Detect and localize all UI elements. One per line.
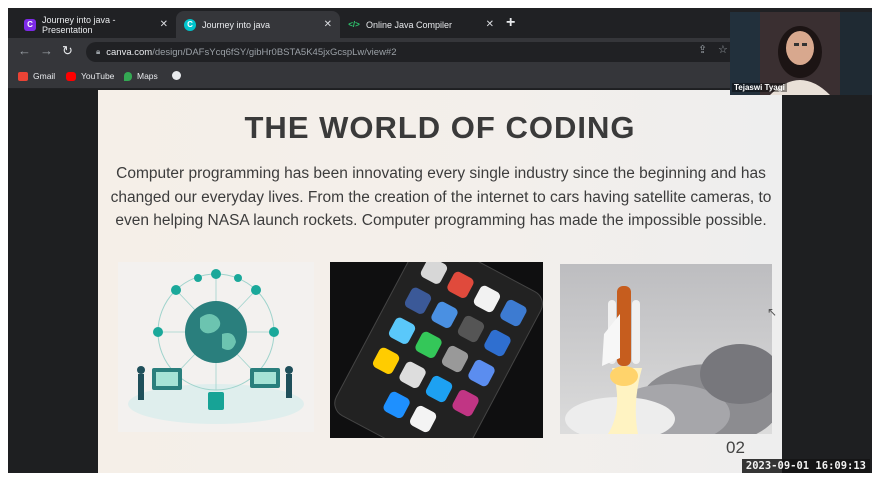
bookmark-youtube[interactable]: YouTube bbox=[66, 71, 114, 81]
participant-name: Tejaswi Tyagi bbox=[732, 83, 787, 92]
code-icon: </> bbox=[348, 20, 360, 29]
tab-title: Journey into java - Presentation bbox=[42, 14, 116, 35]
page-content: THE WORLD OF CODING Computer programming… bbox=[8, 89, 872, 473]
mouse-cursor-icon: ↖ bbox=[767, 305, 778, 319]
tab-online-java-compiler[interactable]: </> Online Java Compiler ✕ bbox=[340, 11, 502, 38]
new-tab-button[interactable]: + bbox=[506, 14, 515, 32]
canva-icon: C bbox=[184, 18, 196, 31]
bookmark-gmail[interactable]: Gmail bbox=[18, 71, 55, 81]
slide-body-text: Computer programming has been innovating… bbox=[110, 165, 772, 229]
presentation-slide: THE WORLD OF CODING Computer programming… bbox=[98, 90, 782, 473]
youtube-icon bbox=[66, 71, 76, 81]
globe-icon bbox=[172, 71, 181, 80]
share-icon[interactable]: ⇪ bbox=[698, 43, 707, 56]
bookmark-maps[interactable]: Maps bbox=[124, 71, 158, 81]
webcam-overlay: Tejaswi Tyagi bbox=[730, 12, 872, 95]
back-icon[interactable]: ← bbox=[18, 43, 31, 58]
tab-presentation[interactable]: C Journey into java - Presentation ✕ bbox=[16, 11, 176, 38]
close-icon[interactable]: ✕ bbox=[324, 19, 332, 30]
tab-journey-into-java[interactable]: C Journey into java ✕ bbox=[176, 11, 340, 38]
canva-icon: C bbox=[24, 18, 36, 31]
smartphone-apps-image bbox=[330, 262, 543, 438]
reload-icon[interactable]: ↻ bbox=[62, 43, 73, 59]
gmail-icon bbox=[18, 71, 28, 81]
network-illustration-image bbox=[118, 262, 314, 432]
close-icon[interactable]: ✕ bbox=[486, 19, 494, 30]
maps-icon bbox=[124, 71, 132, 81]
forward-icon[interactable]: → bbox=[40, 43, 53, 58]
browser-window: C Journey into java - Presentation ✕ C J… bbox=[8, 8, 872, 473]
rocket-launch-image bbox=[560, 264, 772, 434]
slide-page-number: 02 bbox=[726, 438, 745, 457]
tab-title: Journey into java bbox=[202, 19, 271, 30]
address-bar[interactable]: 🔒︎ canva.com/design/DAFsYcq6fSY/gibHr0BS… bbox=[86, 42, 746, 62]
slide-title: THE WORLD OF CODING bbox=[244, 110, 636, 145]
url-path: /design/DAFsYcq6fSY/gibHr0BSTA5K45jxGcsp… bbox=[152, 46, 397, 58]
bookmark-globe[interactable] bbox=[172, 71, 186, 80]
lock-icon: 🔒︎ bbox=[96, 47, 101, 56]
star-icon[interactable]: ☆ bbox=[718, 43, 728, 56]
recording-timestamp: 2023-09-01 16:09:13 bbox=[741, 459, 870, 473]
url-host: canva.com bbox=[106, 46, 153, 58]
tab-title: Online Java Compiler bbox=[366, 19, 453, 30]
close-icon[interactable]: ✕ bbox=[160, 19, 168, 30]
